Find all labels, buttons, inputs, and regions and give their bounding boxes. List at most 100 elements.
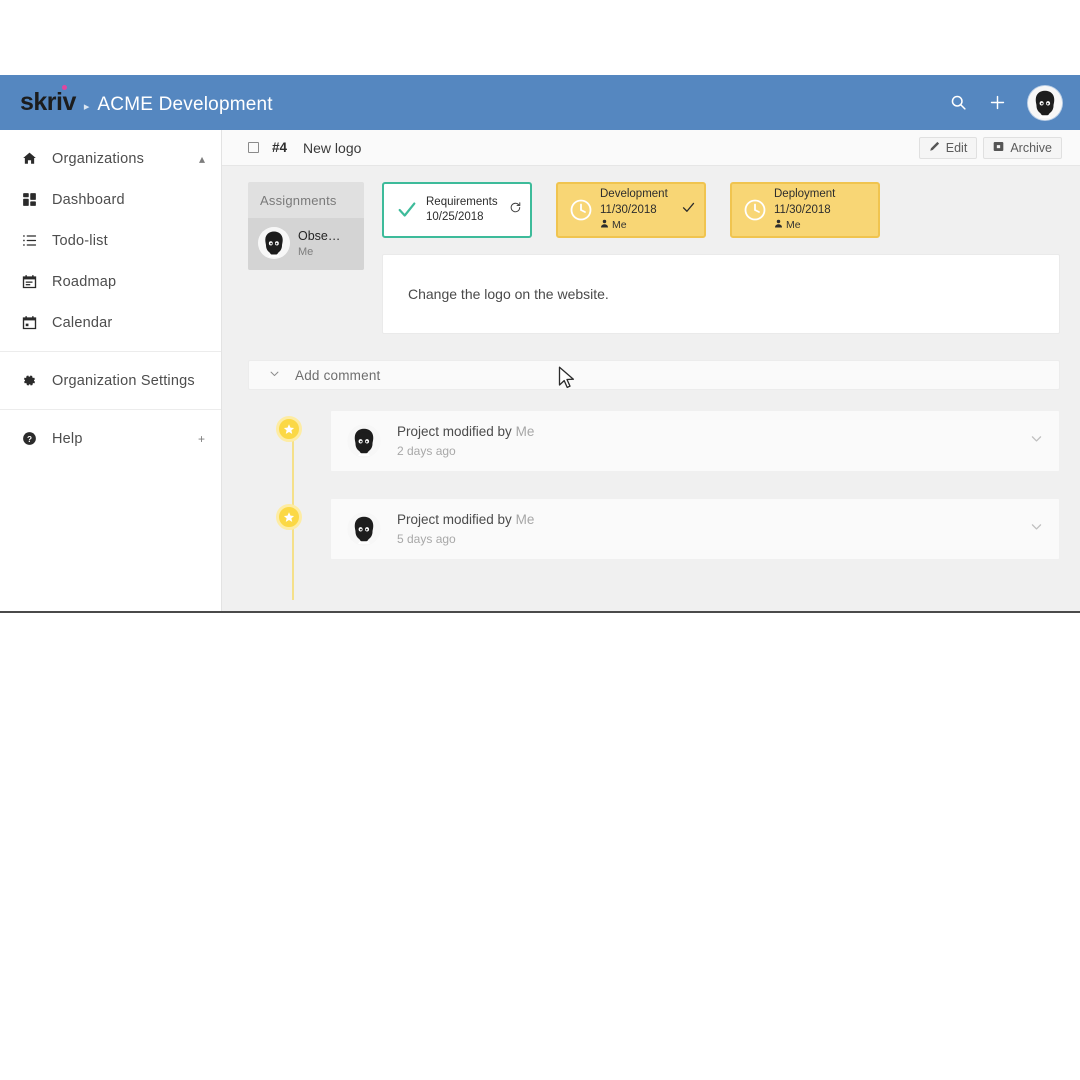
breadcrumb-separator: ▸ [83, 101, 90, 113]
issue-checkbox[interactable] [248, 142, 259, 153]
list-icon [22, 233, 44, 248]
assignment-texts: Obse… Me [298, 228, 340, 259]
workflow-step-user: Me [600, 219, 668, 233]
assignment-role: Me [298, 246, 314, 259]
sidebar-item-label: Help [52, 430, 83, 447]
check-icon[interactable] [681, 200, 696, 220]
workflow-step-date: 10/25/2018 [426, 211, 484, 223]
grid-icon [22, 192, 44, 207]
workflow-step-name: Requirements [426, 195, 498, 208]
plus-icon[interactable] [989, 94, 1006, 111]
workflow-step-deployment[interactable]: Deployment 11/30/2018 Me [730, 182, 880, 238]
chevron-down-icon [269, 366, 280, 384]
sidebar-item-dashboard[interactable]: Dashboard [0, 179, 221, 220]
clock-icon [742, 198, 768, 222]
workflow-steps: Requirements 10/25/2018 Development 11/3… [382, 182, 1060, 238]
activity-action-label: Project modified by [397, 511, 512, 527]
activity-action: Project modified by Me [397, 422, 534, 442]
issue-header: #4 New logo Edit Archive [222, 130, 1080, 166]
timeline-entry: Project modified by Me 2 days ago [276, 410, 1060, 472]
chevron-up-icon[interactable]: ▴ [199, 153, 205, 165]
assignment-name: Obse… [298, 228, 341, 243]
edit-button-label: Edit [945, 140, 968, 155]
avatar[interactable] [1028, 85, 1062, 120]
archive-button[interactable]: Archive [983, 136, 1062, 159]
top-header-actions [950, 85, 1062, 120]
workflow-step-requirements[interactable]: Requirements 10/25/2018 [382, 182, 532, 238]
sidebar-item-todo-list[interactable]: Todo-list [0, 220, 221, 261]
edit-button[interactable]: Edit [918, 136, 978, 159]
sidebar-group-help: ? Help + [0, 409, 221, 467]
check-icon [394, 199, 420, 221]
skriv-logo-dot [62, 85, 67, 90]
workflow-step-name: Development [600, 188, 668, 201]
workflow-step-user-label: Me [786, 218, 801, 231]
avatar [258, 227, 290, 259]
svg-text:?: ? [27, 435, 32, 444]
content-area: #4 New logo Edit Archive Assignments Obs… [222, 130, 1080, 611]
sidebar-item-label: Organization Settings [52, 372, 195, 389]
sidebar-item-roadmap[interactable]: Roadmap [0, 261, 221, 302]
avatar [347, 512, 381, 546]
activity-action-label: Project modified by [397, 423, 512, 439]
activity-actor: Me [515, 423, 535, 439]
star-icon [276, 416, 302, 442]
page-title: New logo [303, 139, 362, 156]
sidebar-item-help[interactable]: ? Help + [0, 418, 221, 459]
workflow-step-date: 11/30/2018 [600, 203, 657, 216]
home-icon [22, 151, 44, 166]
skriv-logo[interactable]: skriv [20, 85, 76, 117]
workflow-step-user-label: Me [612, 218, 627, 231]
chevron-down-icon[interactable] [1030, 432, 1043, 450]
workflow-step-development[interactable]: Development 11/30/2018 Me [556, 182, 706, 238]
workflow-step-texts: Requirements 10/25/2018 [426, 195, 498, 225]
clock-icon [568, 198, 594, 222]
activity-row[interactable]: Project modified by Me 5 days ago [330, 498, 1060, 560]
issue-right-column: Requirements 10/25/2018 Development 11/3… [382, 182, 1060, 334]
person-icon [600, 219, 609, 233]
activity-timestamp: 2 days ago [397, 444, 456, 459]
search-icon[interactable] [950, 94, 967, 111]
sidebar-item-label: Todo-list [52, 232, 108, 249]
activity-timeline: Project modified by Me 2 days ago Projec… [248, 410, 1060, 600]
sidebar-item-label: Calendar [52, 314, 113, 331]
activity-actor: Me [515, 511, 535, 527]
assignments-title: Assignments [260, 193, 337, 208]
sidebar-item-organization-settings[interactable]: Organization Settings [0, 360, 221, 401]
workflow-step-name: Deployment [774, 188, 836, 201]
assignment-item[interactable]: Obse… Me [248, 218, 364, 270]
activity-action: Project modified by Me [397, 510, 534, 530]
skriv-logo-text: skriv [20, 88, 76, 116]
activity-timestamp: 5 days ago [397, 532, 456, 547]
brand-area[interactable]: skriv ▸ ACME Development [20, 85, 273, 117]
refresh-icon[interactable] [509, 201, 522, 219]
sidebar-item-organizations[interactable]: Organizations ▴ [0, 138, 221, 179]
assignments-panel: Assignments Obse… Me [248, 182, 364, 270]
archive-button-label: Archive [1010, 140, 1052, 155]
workflow-step-texts: Deployment 11/30/2018 Me [774, 187, 835, 232]
calendar-icon [22, 315, 44, 330]
workflow-step-date: 11/30/2018 [774, 203, 831, 216]
activity-row[interactable]: Project modified by Me 2 days ago [330, 410, 1060, 472]
sidebar-item-calendar[interactable]: Calendar [0, 302, 221, 343]
roadmap-calendar-icon [22, 274, 44, 289]
avatar [347, 424, 381, 458]
issue-number: #4 [272, 140, 288, 155]
workflow-step-user: Me [774, 219, 835, 233]
workflow-step-texts: Development 11/30/2018 Me [600, 187, 668, 232]
top-header-bar: skriv ▸ ACME Development [0, 75, 1080, 130]
activity-texts: Project modified by Me 2 days ago [397, 422, 534, 461]
person-icon [774, 219, 783, 233]
app-window: skriv ▸ ACME Development Organizations ▴… [0, 75, 1080, 613]
star-icon [276, 504, 302, 530]
sidebar-group-settings: Organization Settings [0, 351, 221, 409]
add-comment-bar[interactable]: Add comment [248, 360, 1060, 390]
issue-main: Assignments Obse… Me Requirements 10/25/… [222, 166, 1080, 611]
sidebar-group-main: Organizations ▴ Dashboard Todo-list Road… [0, 130, 221, 351]
expand-plus-icon[interactable]: + [198, 433, 205, 445]
chevron-down-icon[interactable] [1030, 520, 1043, 538]
archive-box-icon [993, 141, 1004, 155]
sidebar-item-label: Roadmap [52, 273, 117, 290]
activity-texts: Project modified by Me 5 days ago [397, 510, 534, 549]
sidebar-item-label: Organizations [52, 150, 145, 167]
